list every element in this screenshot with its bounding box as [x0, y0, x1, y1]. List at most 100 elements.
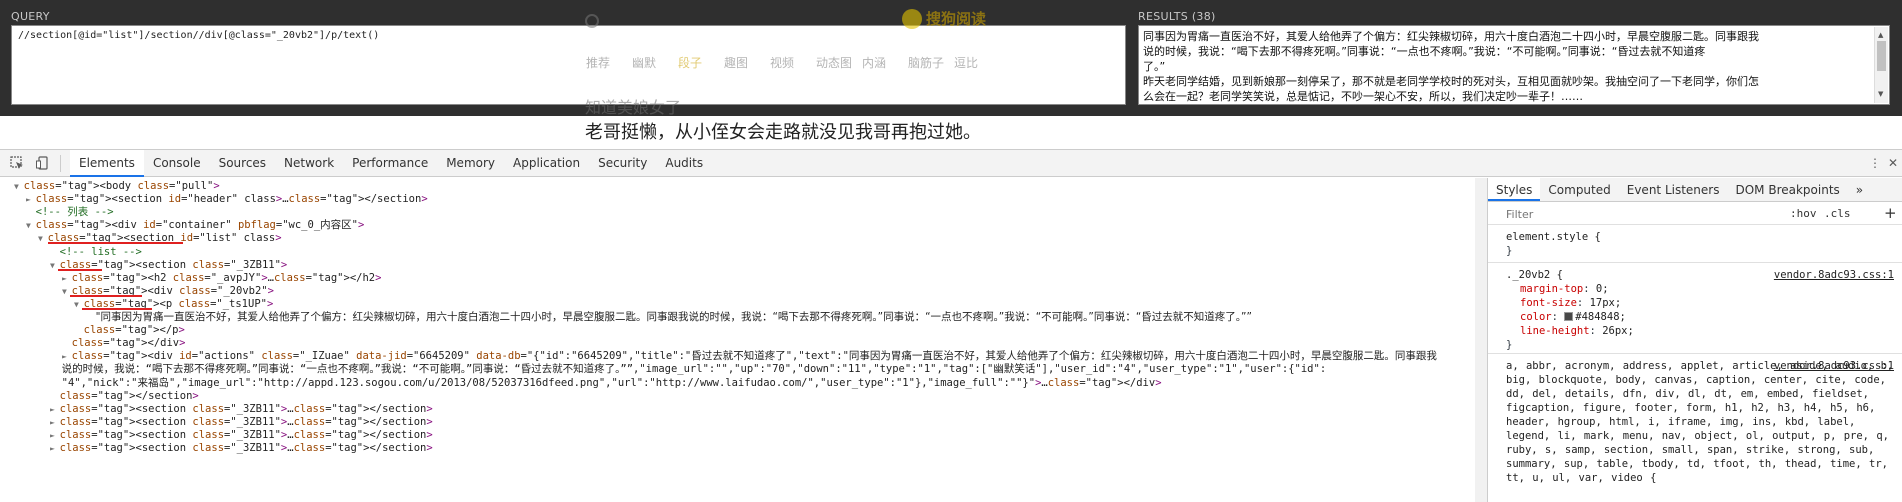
- tab-security[interactable]: Security: [589, 150, 656, 177]
- results-scrollbar[interactable]: ▲ ▼: [1874, 27, 1888, 103]
- rule-source-link[interactable]: vendor.8adc93.css:1: [1774, 268, 1894, 282]
- dom-node-line[interactable]: ► class="tag"><section class="_3ZB11">…c…: [0, 440, 1487, 457]
- device-toggle-icon[interactable]: [36, 156, 50, 170]
- close-icon[interactable]: ✕: [1886, 156, 1900, 170]
- dom-tree-scrollbar[interactable]: [1475, 178, 1487, 502]
- rule-close: }: [1506, 339, 1513, 351]
- nav-item: 推荐: [586, 56, 611, 70]
- dom-tree[interactable]: ▼ class="tag"><body class="pull"> ► class…: [0, 178, 1487, 502]
- result-line: 了。”: [1143, 60, 1166, 73]
- web-page-area: 老哥挺懒，从小侄女会走路就没见我哥再抱过她。: [0, 116, 1902, 146]
- color-swatch-icon[interactable]: [1564, 312, 1574, 321]
- results-label: RESULTS (38): [1138, 10, 1216, 23]
- css-rule-20vb2[interactable]: ._20vb2 { vendor.8adc93.css:1 margin-top…: [1488, 268, 1902, 352]
- toolbar-divider: [60, 155, 61, 172]
- css-prop-value: 0;: [1595, 283, 1609, 295]
- logo-mark: [902, 8, 922, 29]
- nav-item: 逗比: [954, 56, 979, 70]
- search-icon: [585, 14, 599, 28]
- css-prop-value: 17px;: [1589, 297, 1622, 309]
- class-toggle-button[interactable]: .cls: [1824, 207, 1851, 220]
- tab-network[interactable]: Network: [275, 150, 343, 177]
- dom-tag: class="tag"><section class="_3ZB11">…cla…: [59, 442, 433, 454]
- more-tabs-icon[interactable]: »: [1848, 178, 1871, 201]
- result-line: 么会在一起？老同学笑笑说，总是惦记，不吵一架心不安，所以，我们决定吵一辈子！……: [1143, 90, 1583, 103]
- element-style-rule[interactable]: element.style { }: [1488, 230, 1902, 258]
- page-snippet: 老哥挺懒，从小侄女会走路就没见我哥再抱过她。: [585, 122, 981, 143]
- scroll-down-icon[interactable]: ▼: [1878, 87, 1883, 102]
- css-declaration[interactable]: font-size: 17px;: [1506, 296, 1902, 310]
- rule-divider: [1488, 262, 1902, 263]
- annotation-underline: [58, 268, 102, 271]
- nav-item: 动态图: [816, 56, 853, 70]
- tab-audits[interactable]: Audits: [656, 150, 712, 177]
- annotation-underline: [82, 307, 152, 310]
- tab-sources[interactable]: Sources: [210, 150, 275, 177]
- logo-text: 搜狗阅读: [926, 10, 987, 28]
- css-prop-name: color: [1520, 311, 1552, 323]
- collapse-arrow-icon[interactable]: ▼: [38, 234, 48, 243]
- css-declaration[interactable]: color: #484848;: [1506, 310, 1902, 324]
- tab-elements[interactable]: Elements: [70, 150, 144, 177]
- site-nav: 推荐 幽默 段子 趣图 视频 动态图 内涵 脑筋子 逗比: [586, 54, 1000, 71]
- css-prop-name: line-height: [1520, 325, 1590, 337]
- nav-item: 脑筋子: [908, 56, 945, 70]
- query-label: QUERY: [11, 10, 50, 23]
- expand-arrow-icon[interactable]: ►: [50, 405, 60, 414]
- css-prop-name: margin-top: [1520, 283, 1584, 295]
- annotation-underline: [48, 242, 183, 245]
- scroll-thumb[interactable]: [1877, 41, 1886, 71]
- tab-performance[interactable]: Performance: [343, 150, 437, 177]
- styles-pane: Styles Computed Event Listeners DOM Brea…: [1488, 178, 1902, 502]
- rule-divider: [1488, 353, 1902, 354]
- devtools-tabs: Elements Console Sources Network Perform…: [70, 150, 712, 177]
- tab-event-listeners[interactable]: Event Listeners: [1619, 178, 1728, 201]
- devtools-toolbar: Elements Console Sources Network Perform…: [0, 150, 1902, 177]
- nav-item: 内涵: [862, 56, 887, 70]
- expand-arrow-icon[interactable]: ►: [62, 352, 72, 361]
- expand-arrow-icon[interactable]: ►: [50, 431, 60, 440]
- site-logo: 搜狗阅读: [902, 8, 986, 29]
- more-options-icon[interactable]: ⋮: [1868, 156, 1882, 170]
- expand-arrow-icon[interactable]: ►: [26, 195, 36, 204]
- css-prop-value: 26px;: [1602, 325, 1634, 337]
- styles-filter-bar: :hov .cls +: [1488, 203, 1902, 225]
- hover-state-button[interactable]: :hov: [1790, 207, 1817, 220]
- result-line: 说的时候，我说：“喝下去那不得疼死啊。”同事说：“一点也不疼啊。”我说：“不可能…: [1143, 45, 1706, 58]
- tab-styles[interactable]: Styles: [1488, 178, 1541, 201]
- nav-item: 趣图: [724, 56, 749, 70]
- tab-application[interactable]: Application: [504, 150, 589, 177]
- expand-arrow-icon[interactable]: ►: [50, 418, 60, 427]
- tab-memory[interactable]: Memory: [437, 150, 504, 177]
- tab-dom-breakpoints[interactable]: DOM Breakpoints: [1727, 178, 1847, 201]
- expand-arrow-icon[interactable]: ►: [50, 444, 60, 453]
- collapse-arrow-icon[interactable]: ▼: [26, 221, 36, 230]
- css-prop-name: font-size: [1520, 297, 1577, 309]
- tab-console[interactable]: Console: [144, 150, 210, 177]
- expand-arrow-icon[interactable]: ►: [62, 274, 72, 283]
- styles-filter-input[interactable]: [1506, 206, 1781, 222]
- css-declaration[interactable]: line-height: 26px;: [1506, 324, 1902, 338]
- inspect-element-icon[interactable]: [10, 156, 24, 170]
- page-headline: 知道美娘女了: [585, 98, 682, 117]
- nav-item: 幽默: [632, 56, 657, 70]
- css-declaration[interactable]: margin-top: 0;: [1506, 282, 1902, 296]
- styles-tabs: Styles Computed Event Listeners DOM Brea…: [1488, 178, 1902, 202]
- results-output[interactable]: 同事因为胃痛一直医治不好，其爱人给他弄了个偏方：红尖辣椒切碎，用六十度白酒泡二十…: [1138, 25, 1890, 105]
- annotation-underline: [70, 294, 142, 297]
- result-line: 同事因为胃痛一直医治不好，其爱人给他弄了个偏方：红尖辣椒切碎，用六十度白酒泡二十…: [1143, 30, 1759, 43]
- add-rule-button[interactable]: +: [1884, 204, 1897, 222]
- rule-selector: element.style {: [1506, 231, 1601, 243]
- collapse-arrow-icon[interactable]: ▼: [14, 182, 24, 191]
- devtools-panel: Elements Console Sources Network Perform…: [0, 149, 1902, 502]
- result-line: 昨天老同学结婚，见到新娘那一刻停呆了，那不就是老同学学校时的死对头，互相见面就吵…: [1143, 75, 1759, 88]
- tab-computed[interactable]: Computed: [1540, 178, 1618, 201]
- nav-item: 视频: [770, 56, 795, 70]
